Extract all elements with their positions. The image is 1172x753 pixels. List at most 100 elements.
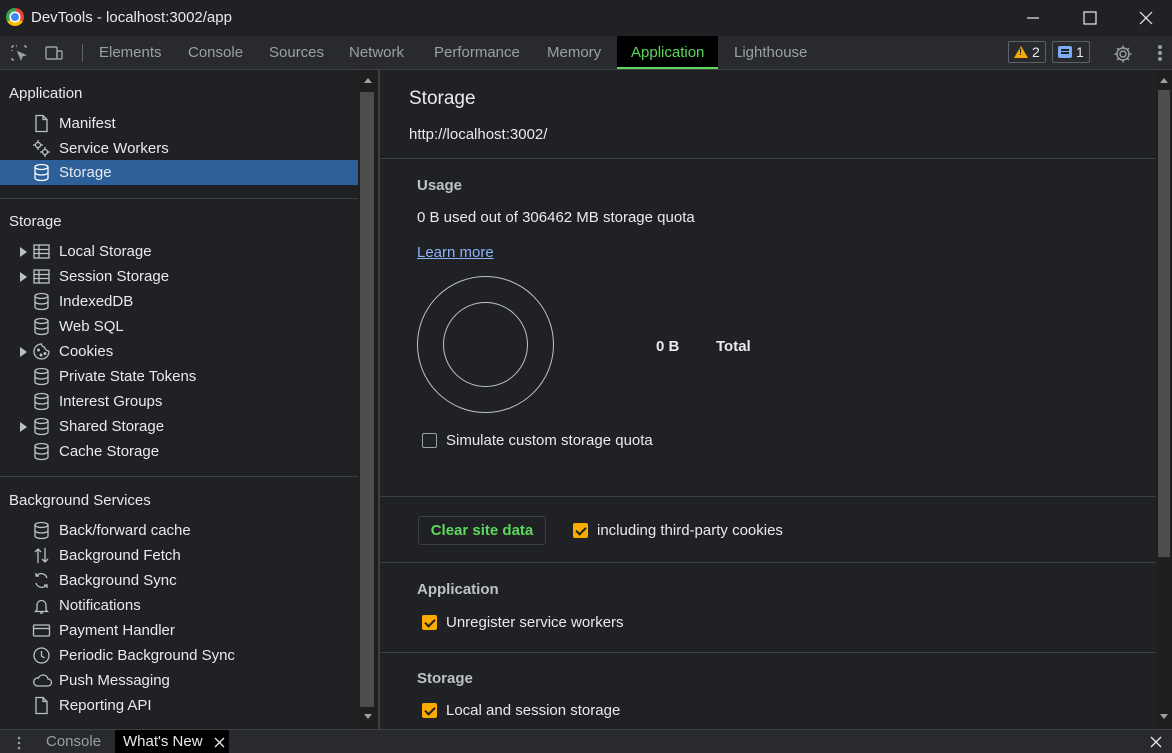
sidebar-item-label: Back/forward cache: [59, 522, 191, 539]
sidebar-item-label: Service Workers: [59, 140, 169, 157]
drawer-menu-icon[interactable]: [15, 735, 23, 751]
sidebar-item-label: Shared Storage: [59, 418, 165, 435]
unregister-service-workers-row[interactable]: Unregister service workers: [422, 614, 624, 631]
tab-lighthouse[interactable]: Lighthouse: [720, 36, 821, 69]
title-bar: DevTools - localhost:3002/app: [0, 0, 1172, 36]
drawer-tab-whats-new[interactable]: What's New: [115, 730, 229, 753]
sidebar-item-manifest[interactable]: Manifest: [0, 111, 358, 136]
sidebar-item-label: Cache Storage: [59, 443, 160, 460]
main-scrollbar[interactable]: [1156, 70, 1172, 729]
sidebar-item-cookies[interactable]: Cookies: [0, 339, 358, 364]
sidebar-item-payment-handler[interactable]: Payment Handler: [0, 618, 358, 643]
document-icon: [32, 696, 51, 715]
sidebar-item-push-messaging[interactable]: Push Messaging: [0, 668, 358, 693]
main-scrollbar-thumb[interactable]: [1158, 90, 1170, 557]
cloud-icon: [32, 671, 53, 690]
messages-badge[interactable]: 1: [1052, 41, 1090, 63]
sidebar-item-service-workers[interactable]: Service Workers: [0, 136, 358, 161]
local-session-storage-row[interactable]: Local and session storage: [422, 702, 620, 719]
sidebar-item-label: Background Sync: [59, 572, 177, 589]
more-options-icon[interactable]: [1151, 44, 1169, 62]
sidebar-item-back-forward-cache[interactable]: Back/forward cache: [0, 518, 358, 543]
drawer-tab-label: What's New: [123, 733, 203, 750]
learn-more-link[interactable]: Learn more: [417, 244, 494, 261]
close-icon: [1139, 11, 1153, 25]
simulate-quota-row[interactable]: Simulate custom storage quota: [422, 432, 653, 449]
sidebar-item-label: Cookies: [59, 343, 114, 360]
tab-application[interactable]: Application: [617, 36, 719, 69]
table-icon: [32, 267, 51, 286]
sidebar-section-storage: Storage: [9, 213, 62, 230]
database-icon: [32, 521, 51, 540]
sidebar-item-shared-storage[interactable]: Shared Storage: [0, 414, 358, 439]
third-party-cookies-label: including third-party cookies: [597, 522, 783, 539]
tab-network[interactable]: Network: [335, 36, 418, 69]
total-usage-value: 0 B: [656, 338, 680, 355]
expand-arrow-icon[interactable]: [20, 272, 27, 282]
maximize-button[interactable]: [1062, 0, 1118, 36]
storage-heading: Storage: [417, 670, 473, 687]
simulate-quota-checkbox[interactable]: [422, 433, 437, 448]
warnings-count: 2: [1032, 44, 1040, 60]
sidebar-item-notifications[interactable]: Notifications: [0, 593, 358, 618]
maximize-icon: [1083, 11, 1097, 25]
toolbar-separator: [82, 44, 83, 62]
sidebar-item-private-state-tokens[interactable]: Private State Tokens: [0, 364, 358, 389]
sidebar-item-storage[interactable]: Storage: [0, 160, 358, 185]
database-icon: [32, 442, 51, 461]
sidebar-scrollbar-thumb[interactable]: [360, 92, 374, 707]
sidebar-scrollbar[interactable]: [358, 70, 378, 729]
warnings-badge[interactable]: 2: [1008, 41, 1046, 63]
sidebar-item-background-fetch[interactable]: Background Fetch: [0, 543, 358, 568]
tab-memory[interactable]: Memory: [533, 36, 615, 69]
page-title: Storage: [409, 88, 476, 109]
sidebar-item-label: Periodic Background Sync: [59, 647, 235, 664]
sidebar-item-indexeddb[interactable]: IndexedDB: [0, 289, 358, 314]
drawer-tabbar: Console What's New: [0, 729, 1172, 753]
sidebar-item-label: Web SQL: [59, 318, 124, 335]
gears-icon: [32, 139, 51, 158]
expand-arrow-icon[interactable]: [20, 422, 27, 432]
close-drawer-icon[interactable]: [1150, 736, 1162, 748]
minimize-button[interactable]: [1005, 0, 1061, 36]
sidebar-item-label: Payment Handler: [59, 622, 175, 639]
close-button[interactable]: [1118, 0, 1172, 36]
clear-site-data-button[interactable]: Clear site data: [418, 516, 546, 545]
sidebar-item-web-sql[interactable]: Web SQL: [0, 314, 358, 339]
sidebar-item-periodic-background-sync[interactable]: Periodic Background Sync: [0, 643, 358, 668]
expand-arrow-icon[interactable]: [20, 247, 27, 257]
close-tab-icon[interactable]: [214, 737, 225, 748]
database-icon: [32, 417, 51, 436]
sidebar-item-cache-storage[interactable]: Cache Storage: [0, 439, 358, 464]
database-icon: [32, 367, 51, 386]
device-toolbar-icon[interactable]: [44, 44, 63, 62]
unregister-service-workers-checkbox[interactable]: [422, 615, 437, 630]
sidebar-item-session-storage[interactable]: Session Storage: [0, 264, 358, 289]
settings-gear-icon[interactable]: [1113, 44, 1132, 63]
section-divider: [380, 562, 1156, 563]
third-party-cookies-row[interactable]: including third-party cookies: [573, 522, 783, 539]
cookie-icon: [32, 342, 51, 361]
total-usage-label: Total: [716, 338, 751, 355]
document-icon: [32, 114, 51, 133]
sidebar-item-label: Background Fetch: [59, 547, 181, 564]
inspect-element-icon[interactable]: [10, 44, 28, 62]
local-session-storage-checkbox[interactable]: [422, 703, 437, 718]
sidebar-item-interest-groups[interactable]: Interest Groups: [0, 389, 358, 414]
section-divider: [380, 652, 1156, 653]
scroll-up-arrow-icon: [364, 78, 372, 83]
application-heading: Application: [417, 581, 499, 598]
sidebar-item-local-storage[interactable]: Local Storage: [0, 239, 358, 264]
third-party-cookies-checkbox[interactable]: [573, 523, 588, 538]
sidebar-item-reporting-api[interactable]: Reporting API: [0, 693, 358, 718]
sidebar-item-background-sync[interactable]: Background Sync: [0, 568, 358, 593]
tab-console[interactable]: Console: [174, 36, 257, 69]
tab-performance[interactable]: Performance: [420, 36, 534, 69]
local-session-storage-label: Local and session storage: [446, 702, 621, 719]
expand-arrow-icon[interactable]: [20, 347, 27, 357]
minimize-icon: [1027, 17, 1039, 19]
tab-elements[interactable]: Elements: [85, 36, 176, 69]
tab-sources[interactable]: Sources: [255, 36, 338, 69]
drawer-tab-console[interactable]: Console: [38, 730, 109, 753]
scroll-up-arrow-icon: [1160, 78, 1168, 83]
